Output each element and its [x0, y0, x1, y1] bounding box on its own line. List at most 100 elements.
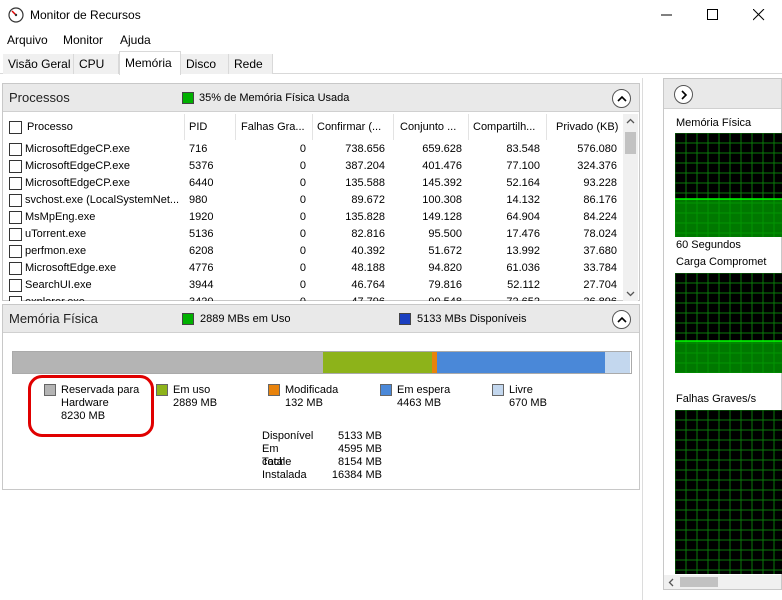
- scroll-down-icon[interactable]: [626, 291, 635, 297]
- in-use-label: Em uso: [173, 384, 211, 396]
- tab-rede[interactable]: Rede: [229, 54, 273, 74]
- memory-bar-in-use: [323, 352, 432, 373]
- scroll-left-icon[interactable]: [668, 578, 674, 587]
- tab-disco[interactable]: Disco: [181, 54, 229, 74]
- table-cell: 79.816: [428, 279, 462, 291]
- menu-ajuda[interactable]: Ajuda: [120, 33, 151, 47]
- table-cell: 0: [299, 262, 306, 274]
- horizontal-scrollbar-thumb[interactable]: [680, 577, 718, 587]
- in-use-value: 2889 MB: [173, 397, 218, 409]
- menu-monitor[interactable]: Monitor: [63, 33, 103, 47]
- table-cell: 52.112: [507, 279, 540, 291]
- row-checkbox[interactable]: [9, 262, 22, 275]
- tab-cpu[interactable]: CPU: [74, 54, 119, 74]
- column-falhas-graves[interactable]: Falhas Gra...: [236, 114, 313, 140]
- table-cell: 48.188: [351, 262, 385, 274]
- maximize-icon: [707, 9, 718, 20]
- stat-value: 4595 MB: [337, 443, 382, 455]
- table-cell: MicrosoftEdge.exe: [25, 262, 117, 274]
- graphs-horizontal-scrollbar[interactable]: [664, 575, 781, 589]
- standby-legend-swatch: [380, 384, 392, 396]
- tab-memoria[interactable]: Memória: [119, 51, 181, 75]
- physical-memory-collapse-button[interactable]: [612, 310, 631, 329]
- table-cell: 145.392: [422, 177, 462, 189]
- table-cell: 77.100: [506, 160, 540, 172]
- column-pid[interactable]: PID: [185, 114, 236, 140]
- column-confirmar[interactable]: Confirmar (...: [313, 114, 394, 140]
- free-value: 670 MB: [509, 397, 547, 409]
- row-checkbox[interactable]: [9, 194, 22, 207]
- row-checkbox[interactable]: [9, 211, 22, 224]
- table-cell: 576.080: [577, 143, 617, 155]
- hard-faults-graph: [675, 410, 782, 574]
- row-checkbox[interactable]: [9, 143, 22, 156]
- table-cell: 149.128: [422, 211, 462, 223]
- tab-visao-geral[interactable]: Visão Geral: [3, 54, 74, 74]
- menu-bar: Arquivo Monitor Ajuda: [0, 30, 782, 50]
- table-cell: 14.132: [506, 194, 540, 206]
- free-legend-swatch: [492, 384, 504, 396]
- processes-header[interactable]: Processos 35% de Memória Física Usada: [3, 84, 639, 112]
- table-cell: explorer.exe: [25, 296, 183, 301]
- table-cell: 716: [189, 143, 208, 155]
- column-compartilhavel[interactable]: Compartilh...: [469, 114, 547, 140]
- table-row[interactable]: explorer.exe 3420 0 47.796 90.548 72.652 26.89…: [3, 294, 623, 301]
- table-cell: MicrosoftEdgeCP.exe: [25, 143, 130, 155]
- table-row[interactable]: MicrosoftEdgeCP.exe 716 0 738.656 659.628 83.…: [3, 141, 623, 158]
- stat-label: Disponível: [262, 430, 314, 442]
- row-checkbox[interactable]: [9, 177, 22, 190]
- table-row[interactable]: svchost.exe (LocalSystemNet... 980 0 89.672…: [3, 192, 623, 209]
- physical-memory-header[interactable]: Memória Física 2889 MBs em Uso 5133 MBs …: [3, 305, 639, 333]
- table-cell: 324.376: [577, 160, 617, 172]
- table-cell: 0: [299, 143, 306, 155]
- table-cell: 135.588: [345, 177, 385, 189]
- table-row[interactable]: perfmon.exe 6208 0 40.392 51.672 13.992 37.680: [3, 243, 623, 260]
- minimize-button[interactable]: [644, 0, 690, 30]
- menu-arquivo[interactable]: Arquivo: [7, 33, 48, 47]
- table-cell: 4776: [189, 262, 214, 274]
- table-cell: 90.548: [396, 296, 462, 301]
- row-checkbox[interactable]: [9, 296, 22, 301]
- table-body: MicrosoftEdgeCP.exe 716 0 738.656 659.628 83.…: [3, 141, 623, 301]
- table-cell: svchost.exe (LocalSystemNet...: [25, 194, 180, 206]
- close-button[interactable]: [736, 0, 782, 30]
- scrollbar-thumb[interactable]: [625, 132, 636, 154]
- maximize-button[interactable]: [690, 0, 736, 30]
- row-checkbox[interactable]: [9, 160, 22, 173]
- views-expand-button[interactable]: [674, 85, 693, 104]
- chevron-up-icon: [617, 95, 627, 102]
- available-summary: 5133 MBs Disponíveis: [417, 313, 527, 325]
- table-cell: 5376: [189, 160, 214, 172]
- reserved-highlight-annotation: [28, 375, 154, 437]
- table-cell: 135.828: [345, 211, 385, 223]
- graph3-label: Falhas Graves/s: [676, 393, 757, 405]
- row-checkbox[interactable]: [9, 279, 22, 292]
- table-row[interactable]: MsMpEng.exe 1920 0 135.828 149.128 64.904 84.2…: [3, 209, 623, 226]
- processes-scrollbar[interactable]: [623, 114, 638, 301]
- table-row[interactable]: MicrosoftEdge.exe 4776 0 48.188 94.820 61.036…: [3, 260, 623, 277]
- column-privado[interactable]: Privado (KB): [547, 114, 623, 140]
- table-row[interactable]: uTorrent.exe 5136 0 82.816 95.500 17.476 78.02…: [3, 226, 623, 243]
- table-row[interactable]: MicrosoftEdgeCP.exe 6440 0 135.588 145.392 52…: [3, 175, 623, 192]
- table-cell: 46.764: [351, 279, 385, 291]
- table-cell: 26.896: [549, 296, 617, 301]
- table-cell: 78.024: [583, 228, 617, 240]
- table-cell: 0: [299, 160, 306, 172]
- table-row[interactable]: SearchUI.exe 3944 0 46.764 79.816 52.112 27.70…: [3, 277, 623, 294]
- processes-collapse-button[interactable]: [612, 89, 631, 108]
- scroll-up-icon[interactable]: [626, 118, 635, 124]
- select-all-checkbox[interactable]: [9, 121, 22, 134]
- row-checkbox[interactable]: [9, 245, 22, 258]
- table-row[interactable]: MicrosoftEdgeCP.exe 5376 0 387.204 401.476 77…: [3, 158, 623, 175]
- close-icon: [753, 9, 765, 21]
- table-cell: 0: [299, 177, 306, 189]
- column-conjunto[interactable]: Conjunto ...: [394, 114, 469, 140]
- column-processo[interactable]: Processo: [25, 114, 185, 140]
- row-checkbox[interactable]: [9, 228, 22, 241]
- table-cell: 94.820: [428, 262, 462, 274]
- table-cell: perfmon.exe: [25, 245, 87, 257]
- stat-label: Total: [262, 456, 286, 468]
- stat-value: 16384 MB: [331, 469, 382, 481]
- table-cell: 738.656: [345, 143, 385, 155]
- minimize-icon: [661, 14, 672, 16]
